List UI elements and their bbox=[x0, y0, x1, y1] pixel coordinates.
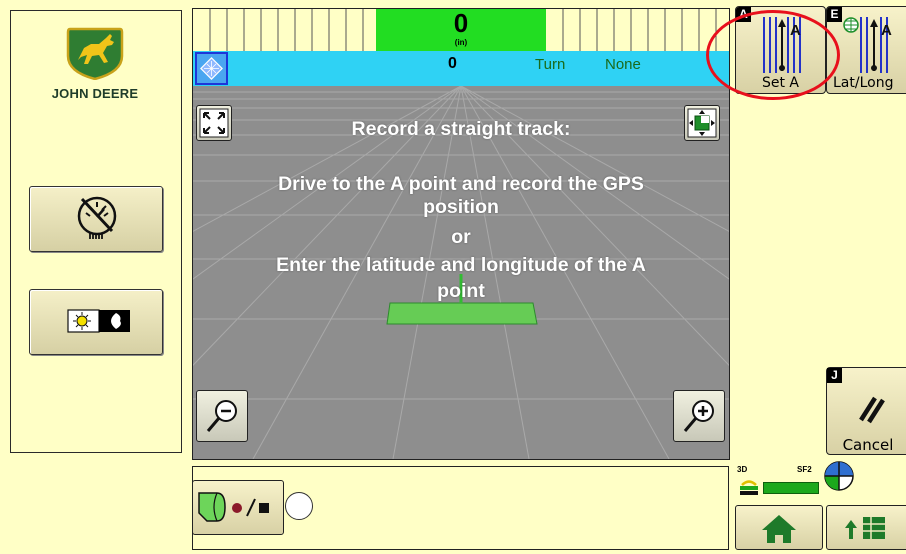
speedometer-off-icon bbox=[77, 196, 117, 239]
annotation-circle bbox=[706, 10, 840, 100]
cancel-label: Cancel bbox=[842, 436, 894, 454]
svg-text:A: A bbox=[881, 22, 892, 39]
instruction-line-1: Drive to the A point and record the GPS bbox=[278, 173, 644, 195]
day-night-icon bbox=[67, 309, 130, 333]
instruction-line-4: point bbox=[437, 280, 485, 302]
home-icon bbox=[762, 515, 796, 543]
zoom-in-button[interactable] bbox=[673, 390, 725, 442]
gps-signal-bar bbox=[763, 482, 819, 494]
instruction-or: or bbox=[451, 226, 471, 248]
gps-compass-icon bbox=[824, 461, 854, 491]
instruction-line-2: position bbox=[423, 196, 499, 218]
turn-label: Turn bbox=[535, 56, 566, 73]
zoom-in-icon bbox=[683, 400, 714, 432]
menu-icon bbox=[845, 517, 885, 539]
satellite-signal-icon bbox=[740, 480, 758, 495]
turn-value: None bbox=[605, 56, 641, 73]
john-deere-logo-icon bbox=[66, 27, 124, 80]
lat-long-label: Lat/Long bbox=[833, 75, 894, 91]
day-night-button[interactable] bbox=[29, 289, 163, 355]
softkey-tag-e: E bbox=[827, 7, 842, 22]
status-indicator bbox=[285, 492, 313, 520]
guidance-map[interactable]: 0 (in) 0 Turn None Record a straight tra… bbox=[192, 8, 730, 460]
record-toggle-icon bbox=[198, 492, 269, 522]
cancel-button[interactable]: J Cancel bbox=[826, 367, 906, 455]
softkey-tag-j: J bbox=[827, 368, 842, 383]
track-mode-icon bbox=[200, 57, 223, 80]
gps-fix-label: 3D bbox=[737, 465, 748, 474]
info-bar bbox=[193, 51, 729, 86]
deviation-unit: (in) bbox=[454, 38, 468, 47]
deviation-value: 0 bbox=[453, 8, 469, 38]
gps-signal-label: SF2 bbox=[797, 465, 812, 474]
track-offset-value: 0 bbox=[448, 55, 457, 72]
menu-button[interactable] bbox=[826, 505, 906, 550]
instruction-title: Record a straight track: bbox=[351, 118, 571, 140]
cancel-icon bbox=[859, 396, 885, 424]
record-button[interactable] bbox=[192, 480, 284, 535]
zoom-out-icon bbox=[206, 400, 237, 432]
speedometer-toggle-button[interactable] bbox=[29, 186, 163, 252]
lat-long-icon: A bbox=[843, 17, 892, 73]
track-mode-button[interactable] bbox=[195, 52, 228, 85]
instruction-line-3: Enter the latitude and longitude of the … bbox=[276, 254, 646, 276]
home-button[interactable] bbox=[735, 505, 823, 550]
zoom-out-button[interactable] bbox=[196, 390, 248, 442]
brand-wordmark: JOHN DEERE bbox=[51, 86, 139, 101]
